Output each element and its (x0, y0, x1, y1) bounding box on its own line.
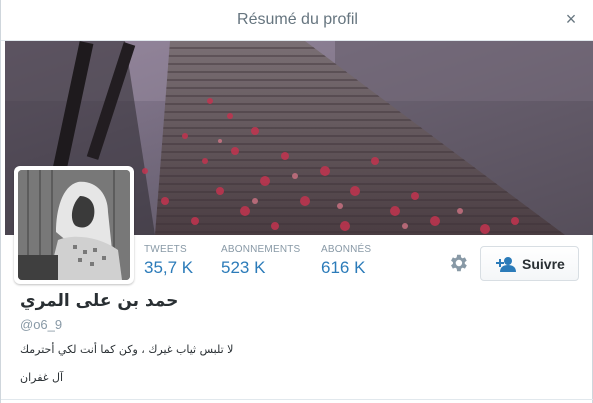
profile-name[interactable]: حمد بن على المري (20, 291, 178, 311)
follow-button[interactable]: Suivre (480, 246, 579, 281)
stat-tweets[interactable]: TWEETS 35,7 K (144, 244, 193, 278)
follow-button-label: Suivre (522, 256, 565, 272)
stat-followers-label: ABONNÉS (321, 244, 372, 255)
profile-handle[interactable]: @o6_9 (20, 317, 62, 332)
close-icon[interactable]: × (562, 9, 580, 29)
gear-icon[interactable] (447, 252, 469, 274)
modal-title: Résumé du profil (237, 11, 358, 28)
avatar-photo (18, 170, 130, 280)
add-user-icon (496, 257, 516, 272)
profile-summary-modal: Résumé du profil × TWEETS 35,7 K ABONNEM… (0, 0, 593, 403)
divider (1, 399, 593, 400)
profile-bio: لا تلبس ثياب غيرك ، وكن كما أنت لكي أحتر… (20, 343, 234, 356)
profile-location: آل غفران (20, 371, 64, 384)
stat-following[interactable]: ABONNEMENTS 523 K (221, 244, 300, 278)
avatar-image (18, 170, 130, 280)
modal-header: Résumé du profil × (1, 0, 593, 41)
avatar[interactable] (14, 166, 134, 284)
stat-following-label: ABONNEMENTS (221, 244, 301, 255)
stat-tweets-value: 35,7 K (144, 258, 194, 277)
stat-following-value: 523 K (221, 258, 266, 277)
stat-followers[interactable]: ABONNÉS 616 K (321, 244, 371, 278)
stat-followers-value: 616 K (321, 258, 366, 277)
stat-tweets-label: TWEETS (144, 244, 187, 255)
